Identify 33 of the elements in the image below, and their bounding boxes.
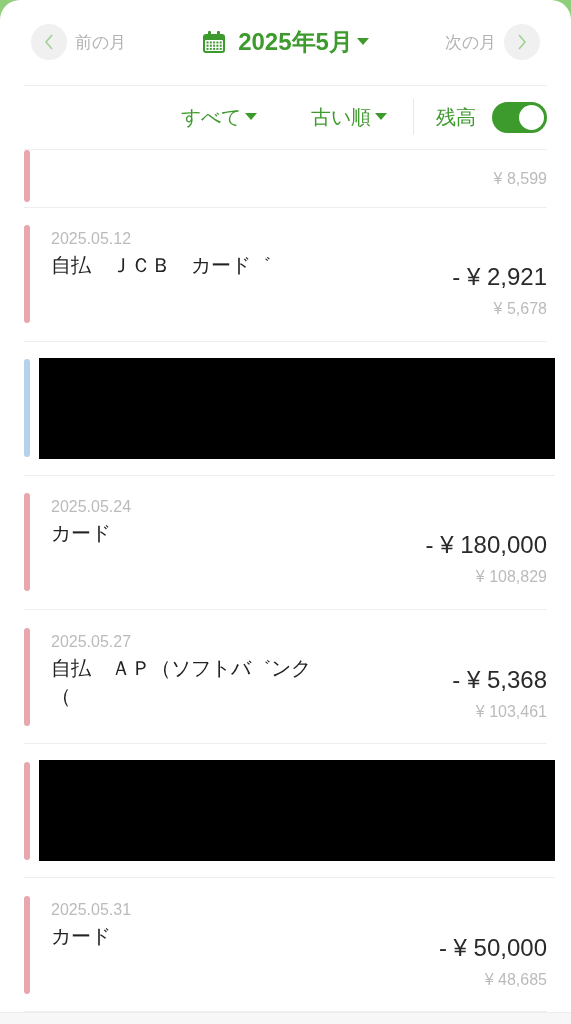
balance-text: ¥ 108,829 (475, 567, 547, 588)
amount-text: - ¥ 5,368 (452, 664, 547, 695)
payee-text: カード (51, 923, 112, 949)
balance-text: ¥ 48,685 (484, 969, 547, 990)
balance-text: ¥ 5,678 (493, 299, 547, 320)
date-text: 2025.05.12 (51, 229, 133, 250)
payee-text: カード (51, 521, 112, 547)
amount-text: - ¥ 50,000 (438, 932, 547, 963)
month-picker[interactable]: 2025年5月 (202, 24, 369, 61)
caret-icon (245, 113, 257, 122)
payee-text: 自払 ＪＣＢ カード゛ (51, 253, 272, 279)
balance-text: ¥ 8,599 (493, 168, 547, 189)
caret-icon (356, 38, 369, 47)
amount-text: - ¥ 2,921 (452, 262, 547, 293)
caret-icon (375, 113, 387, 122)
transaction-row[interactable]: 2025.05.27 自払 ＡＰ（ソフトバ゛ンク（ - ¥ 5,368 ¥ 103,461 (24, 610, 547, 745)
chevron-left-icon (31, 24, 67, 61)
date-text: 2025.05.27 (51, 631, 133, 652)
transaction-row[interactable]: 2025.05.12 自払 ＪＣＢ カード゛ - ¥ 2,921 ¥ 5,678 (24, 207, 547, 342)
date-text: 2025.05.31 (51, 899, 133, 920)
transaction-row[interactable]: 2025.05.24 カード - ¥ 180,000 ¥ 108,829 (24, 475, 547, 610)
previous-month-button[interactable]: 前の月 (31, 24, 126, 61)
balance-text: ¥ 103,461 (475, 701, 547, 722)
chevron-right-icon (504, 24, 540, 61)
amount-text: - ¥ 180,000 (425, 530, 547, 561)
calendar-icon (202, 30, 227, 55)
sort-order-filter[interactable]: 古い順 (311, 102, 387, 133)
balance-label: 残高 (436, 105, 476, 131)
category-filter[interactable]: すべて (181, 102, 257, 133)
balance-toggle[interactable] (492, 101, 547, 133)
date-text: 2025.05.24 (51, 497, 133, 518)
next-month-button[interactable]: 次の月 (445, 24, 540, 61)
payee-text: 自払 ＡＰ（ソフトバ゛ンク（ (51, 655, 312, 709)
